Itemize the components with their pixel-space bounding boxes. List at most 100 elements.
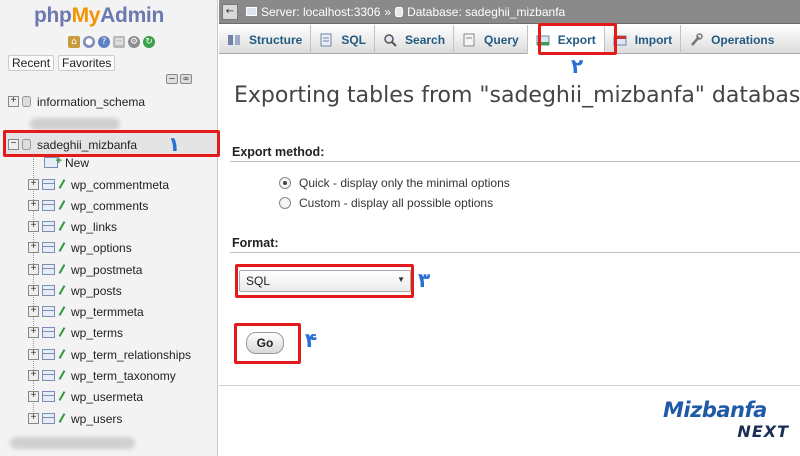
new-table-icon bbox=[44, 155, 62, 168]
edit-icon[interactable] bbox=[58, 200, 65, 211]
phpmyadmin-logo[interactable]: phpMyAdmin bbox=[34, 4, 164, 28]
brand-tagline: NEXT bbox=[737, 422, 789, 441]
favorites-tab[interactable]: Favorites bbox=[58, 55, 116, 71]
edit-icon[interactable] bbox=[58, 179, 65, 190]
table-icon bbox=[42, 179, 55, 190]
home-icon[interactable]: ⌂ bbox=[68, 36, 80, 48]
tree-table-item[interactable]: + wp_users bbox=[28, 408, 122, 429]
radio-button[interactable] bbox=[279, 197, 291, 209]
breadcrumb-bar: ← Server: localhost:3306 » Database: sad… bbox=[219, 0, 800, 24]
export-method-label: Export method: bbox=[232, 145, 325, 159]
table-icon bbox=[42, 221, 55, 232]
table-name: wp_terms bbox=[71, 325, 124, 340]
breadcrumb-server[interactable]: Server: localhost:3306 bbox=[261, 5, 380, 19]
table-name: wp_term_relationships bbox=[71, 347, 192, 362]
tree-table-item[interactable]: + wp_commentmeta bbox=[28, 174, 169, 195]
tree-table-item[interactable]: + wp_posts bbox=[28, 280, 122, 301]
radio-custom[interactable]: Custom - display all possible options bbox=[279, 196, 493, 210]
recent-tab[interactable]: Recent bbox=[8, 55, 55, 71]
expand-icon[interactable]: + bbox=[28, 242, 39, 253]
tree-table-item[interactable]: + wp_comments bbox=[28, 195, 148, 216]
expand-icon[interactable]: + bbox=[28, 370, 39, 381]
expand-icon[interactable]: + bbox=[28, 285, 39, 296]
table-icon bbox=[42, 349, 55, 360]
tree-table-item[interactable]: + wp_terms bbox=[28, 322, 123, 343]
edit-icon[interactable] bbox=[58, 370, 65, 381]
table-name: wp_comments bbox=[71, 198, 149, 213]
table-name: wp_posts bbox=[71, 283, 122, 298]
divider bbox=[230, 252, 800, 253]
reload-icon[interactable]: ↻ bbox=[143, 36, 155, 48]
table-icon bbox=[42, 242, 55, 253]
edit-icon[interactable] bbox=[58, 264, 65, 275]
table-icon bbox=[42, 391, 55, 402]
breadcrumb-database[interactable]: Database: sadeghii_mizbanfa bbox=[407, 5, 565, 19]
tree-new-table[interactable]: New bbox=[44, 152, 89, 173]
logout-icon[interactable]: ● bbox=[83, 36, 95, 48]
expand-icon[interactable]: + bbox=[28, 391, 39, 402]
navigation-panel: phpMyAdmin ⌂ ● ? ▤ ⚙ ↻ Recent Favorites … bbox=[0, 0, 220, 456]
expand-icon[interactable]: + bbox=[28, 264, 39, 275]
tree-table-item[interactable]: + wp_links bbox=[28, 216, 117, 237]
gear-icon[interactable]: ⚙ bbox=[128, 36, 140, 48]
docs-icon[interactable]: ▤ bbox=[113, 36, 125, 48]
edit-icon[interactable] bbox=[58, 242, 65, 253]
expand-icon[interactable]: + bbox=[28, 413, 39, 424]
radio-button-checked[interactable] bbox=[279, 177, 291, 189]
tab-structure[interactable]: Structure bbox=[219, 25, 312, 54]
tab-query[interactable]: Query bbox=[454, 25, 528, 54]
edit-icon[interactable] bbox=[58, 413, 65, 424]
expand-icon[interactable]: + bbox=[28, 306, 39, 317]
help-icon[interactable]: ? bbox=[98, 36, 110, 48]
tree-table-item[interactable]: + wp_postmeta bbox=[28, 259, 142, 280]
mizbanfa-next-logo: Mizbanfa NEXT bbox=[663, 398, 793, 450]
tree-table-item[interactable]: + wp_usermeta bbox=[28, 386, 143, 407]
edit-icon[interactable] bbox=[58, 285, 65, 296]
back-arrow-icon[interactable]: ← bbox=[222, 3, 238, 20]
server-icon bbox=[246, 7, 257, 16]
collapse-controls: − ∞ bbox=[166, 74, 192, 84]
tree-table-item[interactable]: + wp_term_taxonomy bbox=[28, 365, 176, 386]
tree-db-information-schema[interactable]: + information_schema bbox=[8, 91, 145, 112]
edit-icon[interactable] bbox=[58, 391, 65, 402]
blurred-database-row bbox=[10, 437, 135, 449]
table-icon bbox=[42, 285, 55, 296]
tree-table-item[interactable]: + wp_options bbox=[28, 237, 132, 258]
database-icon bbox=[395, 6, 404, 17]
new-label: New bbox=[65, 155, 90, 170]
radio-quick[interactable]: Quick - display only the minimal options bbox=[279, 176, 510, 190]
edit-icon[interactable] bbox=[58, 221, 65, 232]
highlight-box-export-tab bbox=[538, 23, 617, 55]
main-content: Exporting tables from "sadeghii_mizbanfa… bbox=[219, 55, 800, 456]
radio-custom-label: Custom - display all possible options bbox=[299, 196, 494, 210]
brand-name: Mizbanfa bbox=[663, 398, 767, 422]
page-title: Exporting tables from "sadeghii_mizbanfa… bbox=[234, 83, 800, 108]
expand-icon[interactable]: + bbox=[28, 349, 39, 360]
edit-icon[interactable] bbox=[58, 327, 65, 338]
tab-operations[interactable]: Operations bbox=[681, 25, 782, 54]
expand-icon[interactable]: + bbox=[8, 96, 19, 107]
collapse-all-icon[interactable]: − bbox=[166, 74, 178, 84]
expand-icon[interactable]: + bbox=[28, 221, 39, 232]
link-icon[interactable]: ∞ bbox=[180, 74, 192, 84]
marker-4: ۴ bbox=[305, 328, 318, 352]
main-tabs: Structure SQL Search Query Export Import… bbox=[219, 25, 800, 54]
tab-search[interactable]: Search bbox=[375, 25, 455, 54]
marker-1: ١ bbox=[168, 132, 181, 156]
tab-sql[interactable]: SQL bbox=[311, 25, 376, 54]
expand-icon[interactable]: + bbox=[28, 179, 39, 190]
tree-table-item[interactable]: + wp_term_relationships bbox=[28, 344, 191, 365]
table-icon bbox=[42, 306, 55, 317]
expand-icon[interactable]: + bbox=[28, 200, 39, 211]
edit-icon[interactable] bbox=[58, 349, 65, 360]
db-name: information_schema bbox=[37, 94, 146, 109]
table-icon bbox=[42, 370, 55, 381]
expand-icon[interactable]: + bbox=[28, 327, 39, 338]
table-name: wp_users bbox=[71, 411, 123, 426]
table-name: wp_usermeta bbox=[71, 389, 144, 404]
structure-icon bbox=[227, 33, 241, 47]
edit-icon[interactable] bbox=[58, 306, 65, 317]
format-label: Format: bbox=[232, 236, 279, 250]
tree-table-item[interactable]: + wp_termmeta bbox=[28, 301, 144, 322]
highlight-box-format bbox=[235, 264, 414, 298]
